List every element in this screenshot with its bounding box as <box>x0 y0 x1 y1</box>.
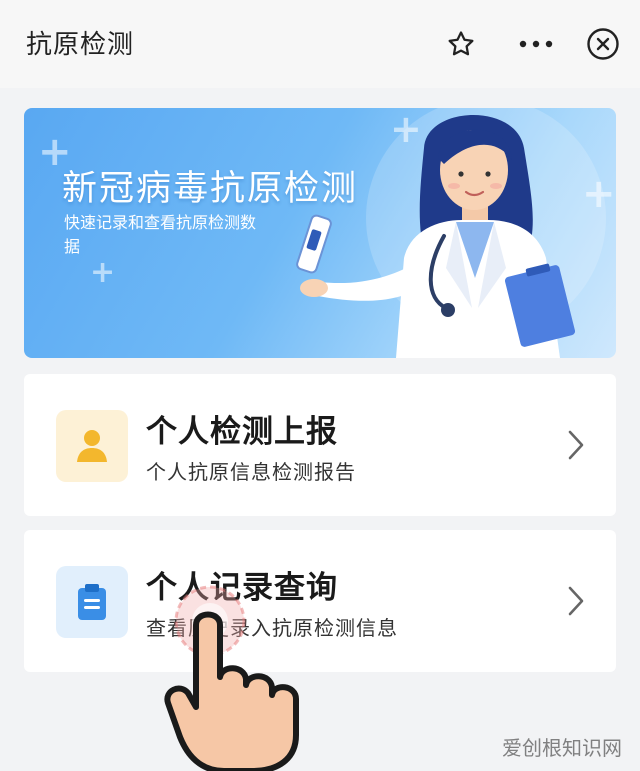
doctor-illustration <box>296 108 606 358</box>
close-circle-icon <box>587 28 619 60</box>
card-description: 个人抗原信息检测报告 <box>146 460 356 484</box>
favorite-button[interactable] <box>443 26 479 62</box>
more-button[interactable] <box>518 26 554 62</box>
person-icon-tile <box>56 410 128 482</box>
decor-plus-icon: + <box>90 255 116 290</box>
tap-hand-icon <box>164 585 299 771</box>
clipboard-icon <box>78 584 106 620</box>
top-bar: 抗原检测 <box>0 0 640 88</box>
card-personal-report[interactable]: 个人检测上报 个人抗原信息检测报告 <box>24 374 616 516</box>
watermark-text: 爱创根知识网 <box>502 736 622 760</box>
page-title: 抗原检测 <box>26 30 135 60</box>
banner-subtitle: 快速记录和查看抗原检测数据 <box>64 213 257 256</box>
card-title: 个人检测上报 <box>146 414 338 450</box>
more-dots-icon <box>519 40 553 48</box>
chevron-right-icon <box>568 430 584 460</box>
clipboard-icon-tile <box>56 566 128 638</box>
card-record-query[interactable]: 个人记录查询 查看历史录入抗原检测信息 <box>24 530 616 672</box>
promo-banner[interactable]: + + + + 新冠病毒抗原检测 快速记录和查看抗原检测数据 <box>24 108 616 358</box>
chevron-right-icon <box>568 586 584 616</box>
close-button[interactable] <box>585 26 621 62</box>
person-icon <box>77 430 107 462</box>
star-icon <box>448 31 474 56</box>
